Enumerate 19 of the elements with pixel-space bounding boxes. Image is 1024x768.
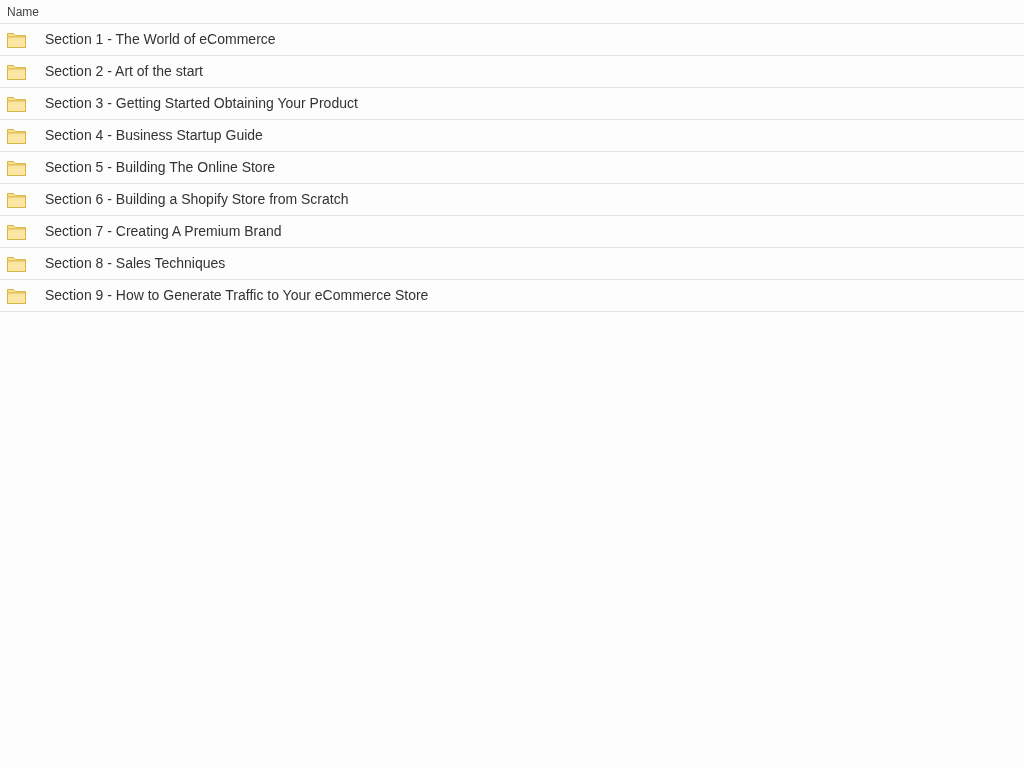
- folder-name[interactable]: Section 4 - Business Startup Guide: [45, 125, 263, 146]
- folder-name[interactable]: Section 7 - Creating A Premium Brand: [45, 221, 282, 242]
- column-header[interactable]: Name: [7, 2, 39, 21]
- folder-name[interactable]: Section 9 - How to Generate Traffic to Your eCommerce Store: [45, 285, 429, 306]
- folder-icon: [7, 95, 26, 112]
- folder-name[interactable]: Section 1 - The World of eCommerce: [45, 29, 276, 50]
- folder-icon: [7, 223, 26, 240]
- folder-icon: [7, 255, 26, 272]
- folder-icon: [7, 31, 26, 48]
- folder-name[interactable]: Section 3 - Getting Started Obtaining Your Product: [45, 93, 358, 114]
- folder-icon: [7, 191, 26, 208]
- folder-icon: [7, 159, 26, 176]
- folder-icon: [7, 127, 26, 144]
- folder-name[interactable]: Section 2 - Art of the start: [45, 61, 203, 82]
- folder-name[interactable]: Section 6 - Building a Shopify Store from Scratch: [45, 189, 349, 210]
- folder-icon: [7, 287, 26, 304]
- folder-name[interactable]: Section 5 - Building The Online Store: [45, 157, 276, 178]
- folder-name[interactable]: Section 8 - Sales Techniques: [45, 253, 226, 274]
- folder-icon: [7, 63, 26, 80]
